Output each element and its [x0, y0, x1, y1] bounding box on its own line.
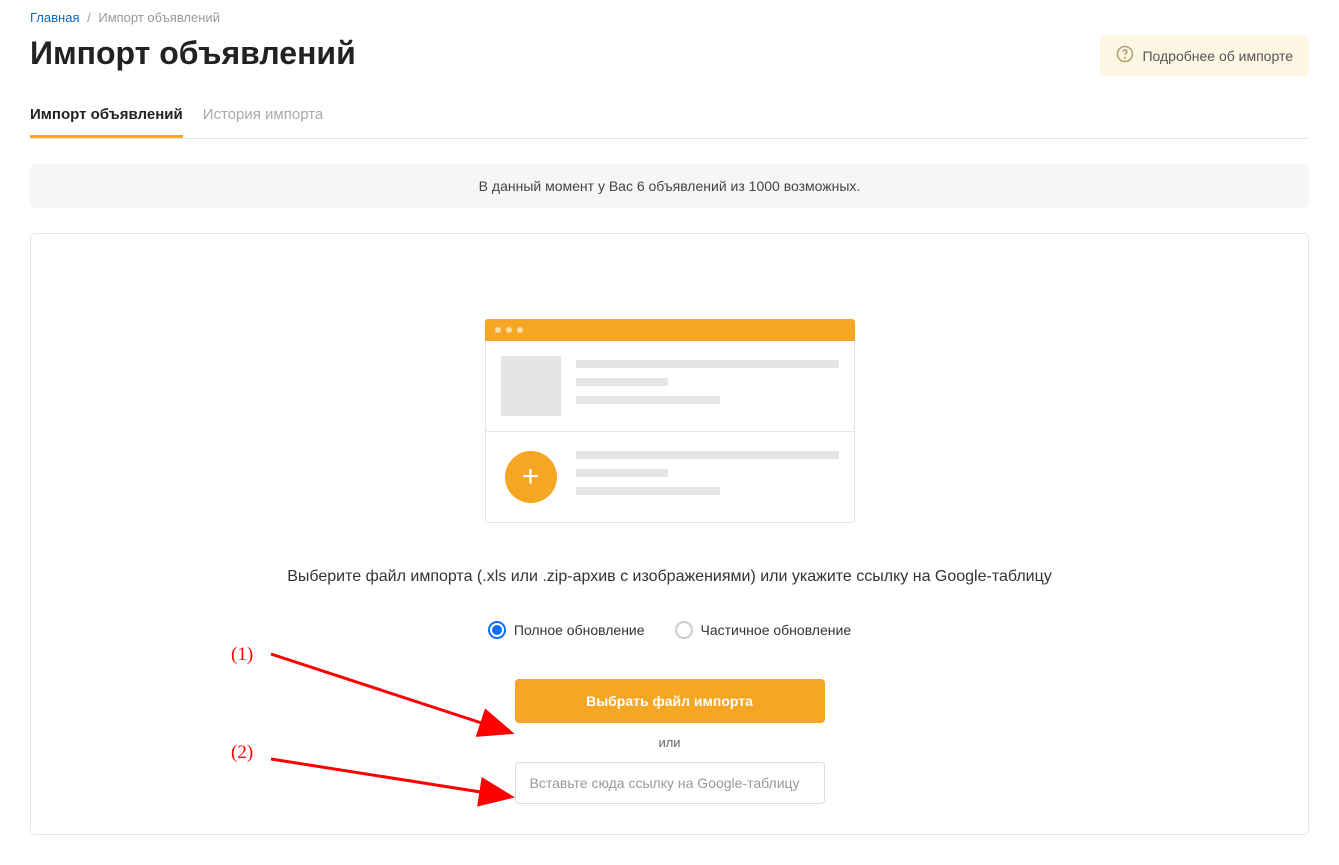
tab-history[interactable]: История импорта	[203, 96, 324, 138]
upload-illustration: +	[485, 319, 855, 523]
illustration-browser-bar	[485, 319, 855, 341]
page-title: Импорт объявлений	[30, 35, 356, 72]
google-sheet-link-input[interactable]	[515, 762, 825, 804]
radio-partial-update[interactable]: Частичное обновление	[675, 621, 852, 639]
annotation-label-1: (1)	[231, 644, 253, 666]
help-about-import-button[interactable]: Подробнее об импорте	[1100, 35, 1309, 76]
help-circle-icon	[1116, 45, 1134, 66]
radio-icon-unchecked	[675, 621, 693, 639]
main-panel: + Выберите файл импорта (.xls или .zip-а…	[30, 233, 1309, 835]
breadcrumb-separator: /	[87, 10, 91, 25]
instruction-text: Выберите файл импорта (.xls или .zip-арх…	[71, 568, 1268, 586]
breadcrumb-current: Импорт объявлений	[98, 10, 220, 25]
or-divider-text: или	[658, 735, 680, 750]
tabs: Импорт объявлений История импорта	[30, 96, 1309, 139]
choose-import-file-button[interactable]: Выбрать файл импорта	[515, 679, 825, 723]
radio-partial-label: Частичное обновление	[701, 622, 852, 638]
breadcrumb: Главная / Импорт объявлений	[30, 10, 1309, 25]
illustration-card-add: +	[486, 431, 854, 522]
radio-full-update[interactable]: Полное обновление	[488, 621, 645, 639]
help-chip-label: Подробнее об импорте	[1142, 48, 1293, 64]
breadcrumb-home-link[interactable]: Главная	[30, 10, 79, 25]
update-mode-radios: Полное обновление Частичное обновление	[71, 621, 1268, 639]
illustration-card-existing	[486, 341, 854, 431]
tab-import[interactable]: Импорт объявлений	[30, 96, 183, 138]
radio-icon-checked	[488, 621, 506, 639]
plus-icon: +	[505, 451, 557, 503]
radio-full-label: Полное обновление	[514, 622, 645, 638]
annotation-label-2: (2)	[231, 742, 253, 764]
notice-bar: В данный момент у Вас 6 объявлений из 10…	[30, 164, 1309, 208]
